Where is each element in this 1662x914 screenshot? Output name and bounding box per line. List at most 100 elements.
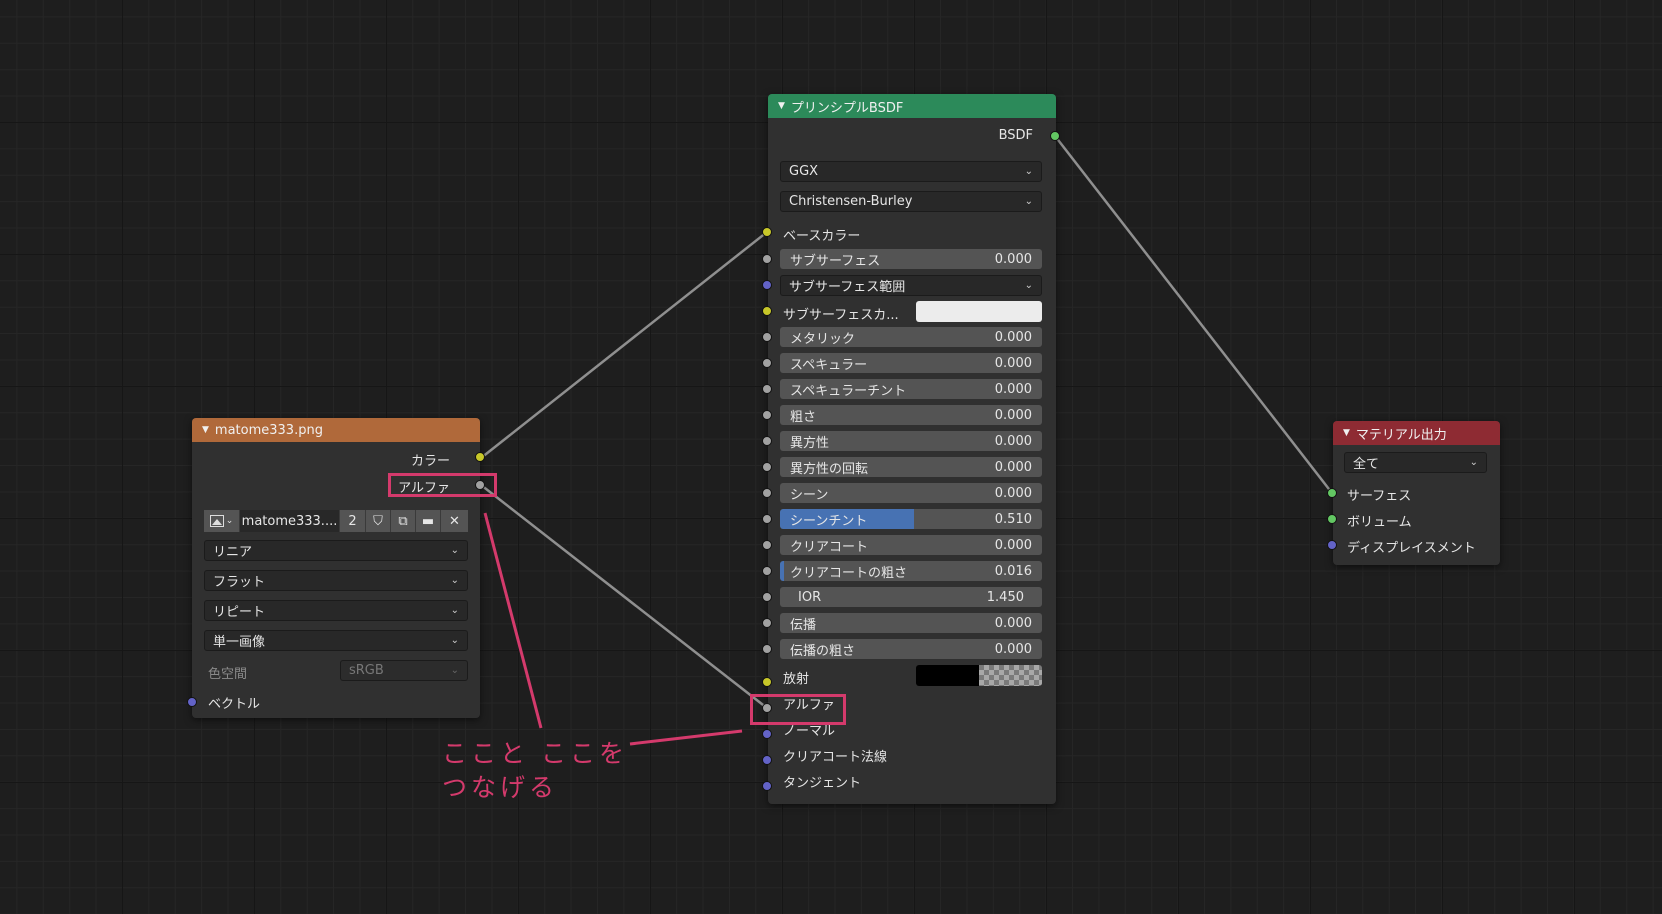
anisotropic-field[interactable]: 異方性 0.000 <box>780 431 1042 451</box>
chevron-down-icon: ⌄ <box>1469 457 1478 468</box>
clearcoat-normal-input-label: クリアコート法線 <box>783 750 888 765</box>
base-color-label: ベースカラー <box>783 229 861 244</box>
image-node-title: matome333.png <box>214 422 323 438</box>
socket-subsurface-in[interactable] <box>762 254 772 264</box>
ior-field[interactable]: IOR 1.450 <box>780 587 1042 607</box>
output-color-label: カラー <box>410 454 450 469</box>
close-icon: ✕ <box>449 513 460 529</box>
socket-clearcoat-in[interactable] <box>762 540 772 550</box>
metallic-field[interactable]: メタリック 0.000 <box>780 327 1042 347</box>
fake-user-button[interactable]: ⛉ <box>366 510 391 532</box>
socket-metallic-in[interactable] <box>762 332 772 342</box>
specular-tint-field[interactable]: スペキュラーチント 0.000 <box>780 379 1042 399</box>
clearcoat-field[interactable]: クリアコート 0.000 <box>780 535 1042 555</box>
socket-transmission-in[interactable] <box>762 618 772 628</box>
socket-surface-in[interactable] <box>1327 488 1337 498</box>
projection-select[interactable]: フラット ⌄ <box>204 570 468 591</box>
chevron-down-icon: ⌄ <box>1024 196 1033 207</box>
emission-alpha-checker <box>979 665 1042 686</box>
subsurface-method-select[interactable]: Christensen-Burley ⌄ <box>780 191 1042 212</box>
open-image-button[interactable]: ▬ <box>416 510 441 532</box>
socket-normal-in[interactable] <box>762 729 772 739</box>
clearcoat-roughness-slider[interactable]: クリアコートの粗さ 0.016 <box>780 561 1042 581</box>
socket-clearcoat-roughness-in[interactable] <box>762 566 772 576</box>
roughness-field[interactable]: 粗さ 0.000 <box>780 405 1042 425</box>
extension-value: リピート <box>213 605 266 620</box>
subsurface-radius-select[interactable]: サブサーフェス範囲 ⌄ <box>780 275 1042 296</box>
socket-specular-in[interactable] <box>762 358 772 368</box>
image-node-header[interactable]: ▼ matome333.png <box>192 418 480 442</box>
socket-displacement-in[interactable] <box>1327 540 1337 550</box>
socket-subsurface-radius-in[interactable] <box>762 280 772 290</box>
collapse-triangle-icon[interactable]: ▼ <box>202 425 209 435</box>
socket-anisotropic-rotation-in[interactable] <box>762 462 772 472</box>
output-bsdf-label: BSDF <box>998 128 1033 143</box>
highlight-bsdf-alpha-input <box>750 694 846 725</box>
sheen-tint-slider[interactable]: シーンチント 0.510 <box>780 509 1042 529</box>
output-node-title: マテリアル出力 <box>1355 427 1447 443</box>
unlink-image-button[interactable]: ✕ <box>441 510 468 532</box>
socket-bsdf-out[interactable] <box>1050 131 1060 141</box>
sheen-field[interactable]: シーン 0.000 <box>780 483 1042 503</box>
collapse-triangle-icon[interactable]: ▼ <box>778 101 785 111</box>
socket-image-color-out[interactable] <box>475 452 485 462</box>
anisotropic-rotation-field[interactable]: 異方性の回転 0.000 <box>780 457 1042 477</box>
socket-volume-in[interactable] <box>1327 514 1337 524</box>
interpolation-select[interactable]: リニア ⌄ <box>204 540 468 561</box>
emission-label: 放射 <box>783 672 810 687</box>
clearcoat-roughness-fill <box>780 561 785 581</box>
socket-anisotropic-in[interactable] <box>762 436 772 446</box>
vector-label: ベクトル <box>208 697 261 712</box>
specular-field[interactable]: スペキュラー 0.000 <box>780 353 1042 373</box>
socket-tangent-in[interactable] <box>762 781 772 791</box>
bsdf-node-title: プリンシプルBSDF <box>790 100 904 116</box>
image-texture-node[interactable]: ▼ matome333.png カラー アルファ ⌄ matome333....… <box>192 418 480 718</box>
target-select[interactable]: 全て ⌄ <box>1344 452 1487 473</box>
socket-emission-in[interactable] <box>762 677 772 687</box>
emission-color-solid <box>916 665 979 686</box>
socket-subsurface-color-in[interactable] <box>762 306 772 316</box>
link-bsdf-to-surface <box>1054 135 1333 494</box>
subsurface-color-swatch[interactable] <box>916 301 1042 322</box>
emission-color-swatch[interactable] <box>916 665 1042 686</box>
image-browse-button[interactable]: ⌄ <box>204 510 240 532</box>
projection-value: フラット <box>213 575 266 590</box>
image-name-field[interactable]: matome333.... <box>240 510 340 532</box>
subsurface-radius-value: サブサーフェス範囲 <box>789 280 906 295</box>
bsdf-node-header[interactable]: ▼ プリンシプルBSDF <box>768 94 1056 118</box>
user-count-button[interactable]: 2 <box>340 510 366 532</box>
image-icon <box>209 515 224 527</box>
colorspace-select[interactable]: sRGB ⌄ <box>340 660 468 681</box>
socket-ior-in[interactable] <box>762 592 772 602</box>
subsurface-field[interactable]: サブサーフェス 0.000 <box>780 249 1042 269</box>
folder-icon: ▬ <box>421 513 435 529</box>
socket-specular-tint-in[interactable] <box>762 384 772 394</box>
socket-image-vector-in[interactable] <box>187 697 197 707</box>
duplicate-button[interactable]: ⧉ <box>391 510 416 532</box>
material-output-node[interactable]: ▼ マテリアル出力 全て ⌄ サーフェス ボリューム ディスプレイスメント <box>1333 421 1500 565</box>
link-color-to-basecolor <box>480 231 768 459</box>
socket-sheen-tint-in[interactable] <box>762 514 772 524</box>
collapse-triangle-icon[interactable]: ▼ <box>1343 428 1350 438</box>
source-value: 単一画像 <box>213 635 266 650</box>
socket-sheen-in[interactable] <box>762 488 772 498</box>
socket-transmission-roughness-in[interactable] <box>762 644 772 654</box>
chevron-down-icon: ⌄ <box>450 665 459 676</box>
transmission-field[interactable]: 伝播 0.000 <box>780 613 1042 633</box>
socket-basecolor-in[interactable] <box>762 227 772 237</box>
chevron-down-icon: ⌄ <box>450 575 459 586</box>
extension-select[interactable]: リピート ⌄ <box>204 600 468 621</box>
annotation-text: ここと ここを つなげる <box>442 737 628 805</box>
chevron-down-icon: ⌄ <box>450 635 459 646</box>
socket-roughness-in[interactable] <box>762 410 772 420</box>
annotation-line-1: ここと ここを <box>442 739 628 768</box>
source-select[interactable]: 単一画像 ⌄ <box>204 630 468 651</box>
shield-icon: ⛉ <box>373 513 383 529</box>
output-node-header[interactable]: ▼ マテリアル出力 <box>1333 421 1500 445</box>
subsurface-method-value: Christensen-Burley <box>789 194 913 209</box>
chevron-down-icon: ⌄ <box>225 516 234 526</box>
transmission-roughness-field[interactable]: 伝播の粗さ 0.000 <box>780 639 1042 659</box>
chevron-down-icon: ⌄ <box>450 545 459 556</box>
socket-clearcoat-normal-in[interactable] <box>762 755 772 765</box>
distribution-select[interactable]: GGX ⌄ <box>780 161 1042 182</box>
